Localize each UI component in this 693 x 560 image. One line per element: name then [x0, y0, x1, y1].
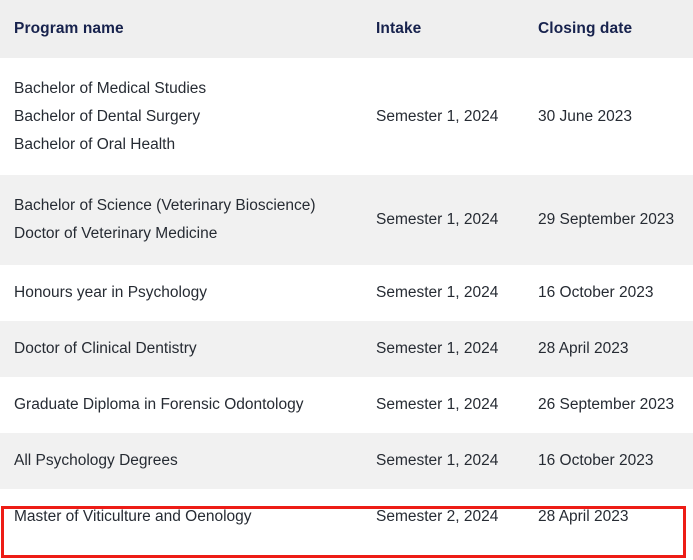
- program-name-line: Honours year in Psychology: [14, 279, 368, 307]
- cell-intake: Semester 1, 2024: [368, 175, 530, 265]
- cell-closing-date: 16 October 2023: [530, 265, 693, 321]
- cell-closing-date: 30 June 2023: [530, 58, 693, 175]
- cell-intake: Semester 1, 2024: [368, 377, 530, 433]
- table-row: Doctor of Clinical DentistrySemester 1, …: [0, 321, 693, 377]
- cell-program-name: All Psychology Degrees: [0, 433, 368, 489]
- program-name-line: All Psychology Degrees: [14, 447, 368, 475]
- cell-closing-date: 28 April 2023: [530, 321, 693, 377]
- table-row: Master of Viticulture and OenologySemest…: [0, 489, 693, 545]
- program-name-line: Graduate Diploma in Forensic Odontology: [14, 391, 368, 419]
- table-row: Graduate Diploma in Forensic OdontologyS…: [0, 377, 693, 433]
- cell-program-name: Bachelor of Medical StudiesBachelor of D…: [0, 58, 368, 175]
- cell-intake: Semester 1, 2024: [368, 433, 530, 489]
- program-name-line: Bachelor of Oral Health: [14, 131, 368, 159]
- cell-closing-date: 16 October 2023: [530, 433, 693, 489]
- table-header: Program name Intake Closing date: [0, 0, 693, 58]
- program-name-line: Bachelor of Dental Surgery: [14, 103, 368, 131]
- table-body: Bachelor of Medical StudiesBachelor of D…: [0, 58, 693, 545]
- table-row: Honours year in PsychologySemester 1, 20…: [0, 265, 693, 321]
- cell-closing-date: 28 April 2023: [530, 489, 693, 545]
- cell-program-name: Doctor of Clinical Dentistry: [0, 321, 368, 377]
- program-dates-table: Program name Intake Closing date Bachelo…: [0, 0, 693, 545]
- table-row: Bachelor of Science (Veterinary Bioscien…: [0, 175, 693, 265]
- cell-closing-date: 29 September 2023: [530, 175, 693, 265]
- program-name-line: Doctor of Clinical Dentistry: [14, 335, 368, 363]
- cell-program-name: Graduate Diploma in Forensic Odontology: [0, 377, 368, 433]
- program-name-line: Bachelor of Medical Studies: [14, 75, 368, 103]
- program-dates-table-container: Program name Intake Closing date Bachelo…: [0, 0, 693, 560]
- column-header-program-name: Program name: [0, 0, 368, 58]
- cell-intake: Semester 1, 2024: [368, 58, 530, 175]
- cell-intake: Semester 1, 2024: [368, 265, 530, 321]
- cell-intake: Semester 2, 2024: [368, 489, 530, 545]
- table-header-row: Program name Intake Closing date: [0, 0, 693, 58]
- program-name-line: Master of Viticulture and Oenology: [14, 503, 368, 531]
- program-name-line: Doctor of Veterinary Medicine: [14, 220, 368, 248]
- cell-intake: Semester 1, 2024: [368, 321, 530, 377]
- program-name-line: Bachelor of Science (Veterinary Bioscien…: [14, 192, 368, 220]
- column-header-intake: Intake: [368, 0, 530, 58]
- table-row: Bachelor of Medical StudiesBachelor of D…: [0, 58, 693, 175]
- cell-program-name: Master of Viticulture and Oenology: [0, 489, 368, 545]
- cell-program-name: Bachelor of Science (Veterinary Bioscien…: [0, 175, 368, 265]
- cell-closing-date: 26 September 2023: [530, 377, 693, 433]
- table-row: All Psychology DegreesSemester 1, 202416…: [0, 433, 693, 489]
- column-header-closing-date: Closing date: [530, 0, 693, 58]
- cell-program-name: Honours year in Psychology: [0, 265, 368, 321]
